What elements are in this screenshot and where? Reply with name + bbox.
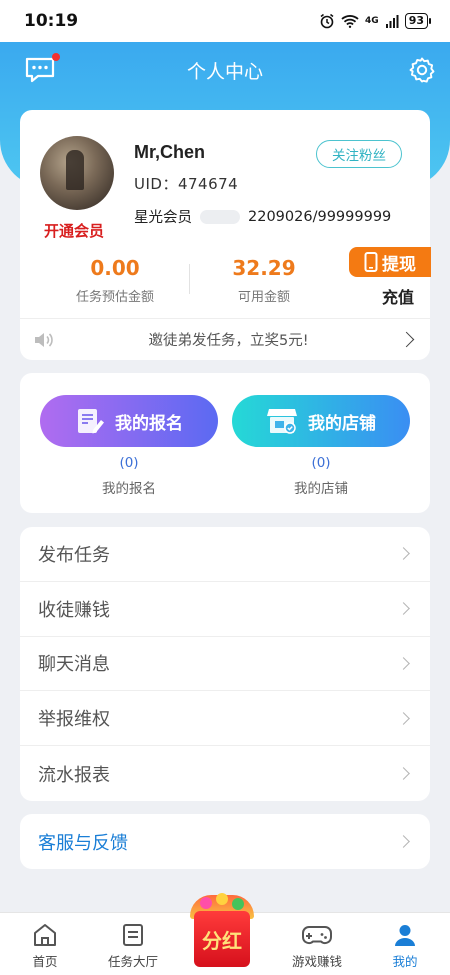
message-button[interactable] (24, 53, 60, 84)
user-icon (395, 925, 415, 946)
signal-icon (385, 15, 399, 28)
chevron-right-icon (397, 657, 410, 670)
menu-item-label: 举报维权 (38, 709, 110, 731)
status-icons: 4G 93 (319, 13, 432, 29)
menu-item-recruit-earn[interactable]: 收徒赚钱 (20, 582, 430, 637)
menu-item-publish-task[interactable]: 发布任务 (20, 527, 430, 582)
menu-item-customer-service[interactable]: 客服与反馈 (20, 814, 430, 869)
follow-fans-button[interactable]: 关注粉丝 (316, 140, 402, 168)
network-type: 4G (365, 16, 379, 26)
recharge-button[interactable]: 充值 (382, 284, 414, 308)
task-list-icon (123, 924, 143, 946)
my-signup-label: 我的报名 (115, 413, 183, 434)
menu-item-chat-messages[interactable]: 聊天消息 (20, 637, 430, 692)
chevron-right-icon (397, 547, 410, 561)
bonus-button[interactable]: 分红 (190, 893, 254, 967)
shop-count: (0) (311, 455, 331, 471)
menu-list: 发布任务 收徒赚钱 聊天消息 举报维权 流水报表 (20, 527, 430, 801)
flower-decoration (200, 897, 212, 909)
user-id: UID：474674 (134, 175, 239, 193)
nav-mine-label: 我的 (392, 954, 418, 969)
gear-icon (409, 57, 435, 83)
signup-count-block: (0) 我的报名 (40, 455, 218, 497)
menu-item-label: 流水报表 (38, 764, 110, 786)
settings-button[interactable] (408, 56, 436, 84)
alarm-icon (320, 13, 334, 29)
withdraw-label: 提现 (382, 254, 416, 275)
status-bar: 10:19 4G 93 (0, 0, 450, 42)
nav-task-hall-label: 任务大厅 (107, 954, 158, 969)
my-shop-label: 我的店铺 (308, 413, 376, 434)
menu-item-label: 发布任务 (38, 544, 110, 566)
store-icon (267, 409, 297, 434)
avatar[interactable] (40, 136, 114, 210)
quick-actions-card: 我的报名 我的店铺 (0) 我的报名 (0) 我的店铺 (20, 373, 430, 513)
nav-mine[interactable]: 我的 (360, 913, 450, 975)
estimated-amount-value: 0.00 (90, 256, 140, 280)
status-time: 10:19 (24, 11, 79, 31)
signup-count: (0) (119, 455, 139, 471)
page-title: 个人中心 (186, 60, 263, 83)
bonus-label: 分红 (194, 911, 250, 967)
gamepad-icon (301, 926, 333, 945)
nav-home-label: 首页 (32, 954, 58, 969)
chevron-right-icon (397, 602, 410, 616)
chevron-right-icon (397, 711, 410, 725)
customer-service-label: 客服与反馈 (38, 832, 128, 854)
profile-card: 开通会员 Mr,Chen UID：474674 关注粉丝 星光会员 220902… (20, 110, 431, 360)
chevron-right-icon (397, 767, 410, 780)
menu-item-statement[interactable]: 流水报表 (20, 746, 430, 801)
shop-count-block: (0) 我的店铺 (232, 455, 410, 497)
member-level-label: 星光会员 (134, 210, 192, 226)
menu-item-report[interactable]: 举报维权 (20, 691, 430, 747)
chevron-right-icon (397, 835, 410, 848)
member-row: 星光会员 2209026/99999999 (134, 206, 391, 227)
my-shop-button[interactable]: 我的店铺 (232, 395, 410, 447)
battery-icon: 93 (404, 13, 432, 29)
menu-item-label: 收徒赚钱 (38, 599, 110, 621)
member-progress-bar (200, 209, 240, 224)
edit-document-icon (78, 409, 104, 434)
flower-decoration (216, 893, 228, 905)
estimated-amount: 0.00 任务预估金额 (40, 256, 190, 305)
home-icon (34, 924, 56, 946)
estimated-amount-label: 任务预估金额 (75, 290, 154, 305)
chat-icon (25, 57, 55, 83)
available-amount-value: 32.29 (232, 256, 296, 280)
withdraw-button[interactable]: 提现 (349, 247, 431, 277)
available-amount-label: 可用金额 (237, 290, 290, 305)
member-points: 2209026/99999999 (248, 208, 392, 225)
notice-bar[interactable]: 邀徒弟发任务，立奖5元! (20, 318, 430, 360)
nav-games-earn-label: 游戏赚钱 (291, 954, 342, 969)
header: 个人中心 (0, 42, 450, 98)
signup-caption: 我的报名 (102, 481, 156, 497)
speaker-icon (35, 332, 53, 347)
menu-item-label: 聊天消息 (38, 654, 110, 676)
notice-text: 邀徒弟发任务，立奖5元! (148, 333, 309, 349)
username: Mr,Chen (134, 142, 206, 162)
nav-task-hall[interactable]: 任务大厅 (88, 913, 178, 975)
nav-games-earn[interactable]: 游戏赚钱 (272, 913, 362, 975)
open-vip-link[interactable]: 开通会员 (44, 220, 104, 241)
unread-dot (52, 53, 60, 61)
shop-caption: 我的店铺 (294, 481, 348, 497)
wifi-icon (341, 15, 359, 28)
chevron-right-icon (398, 331, 415, 348)
phone-icon (364, 252, 378, 272)
available-amount: 32.29 可用金额 (189, 256, 339, 305)
nav-home[interactable]: 首页 (0, 913, 90, 975)
my-signup-button[interactable]: 我的报名 (40, 395, 218, 447)
service-card: 客服与反馈 (20, 814, 430, 869)
flower-decoration (232, 898, 244, 910)
